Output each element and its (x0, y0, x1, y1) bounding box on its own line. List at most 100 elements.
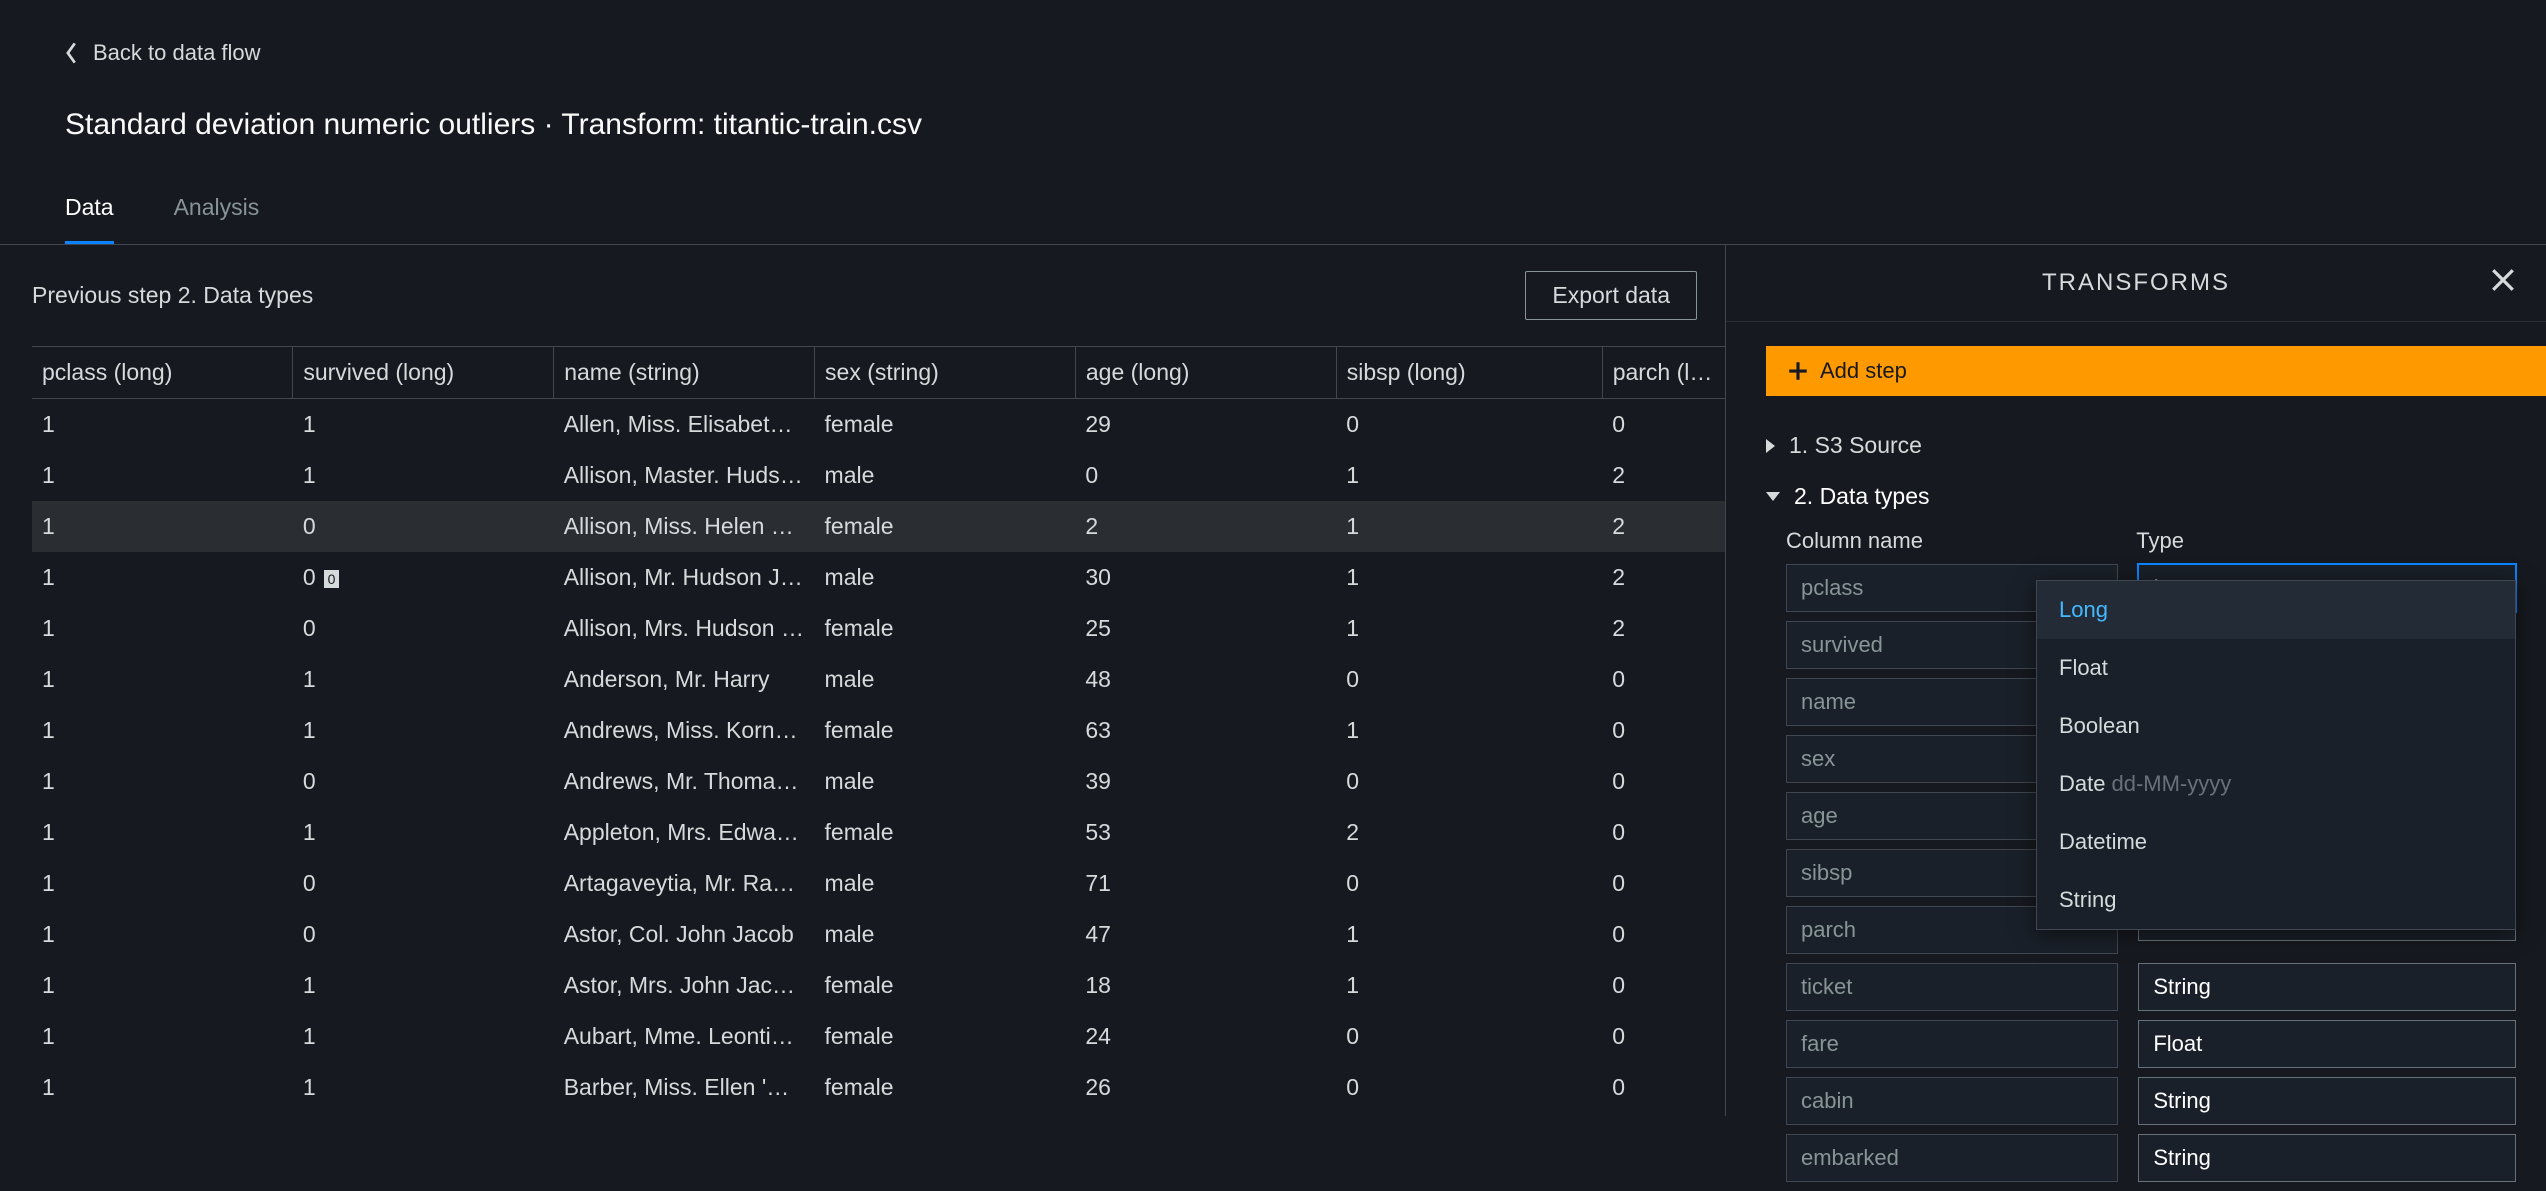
table-cell: 0 (293, 858, 554, 909)
step-row[interactable]: 2. Data types (1766, 471, 2516, 522)
table-cell: female (815, 807, 1076, 858)
data-table-wrap[interactable]: pclass (long)survived (long)name (string… (32, 346, 1725, 1116)
table-cell: 1 (1336, 705, 1602, 756)
tab-data[interactable]: Data (65, 180, 114, 244)
table-cell: 1 (32, 807, 293, 858)
column-name-header: Column name (1786, 528, 2116, 554)
table-row[interactable]: 11Allison, Master. Hudson…male012 (32, 450, 1725, 501)
table-row[interactable]: 11Astor, Mrs. John Jacob (…female1810 (32, 960, 1725, 1011)
table-cell: 2 (1602, 552, 1725, 603)
table-row[interactable]: 11Anderson, Mr. Harrymale4800 (32, 654, 1725, 705)
column-name-field[interactable]: fare (1786, 1020, 2118, 1068)
table-row[interactable]: 10Andrews, Mr. Thomas Jrmale3900 (32, 756, 1725, 807)
dropdown-option[interactable]: Boolean (2037, 697, 2515, 755)
table-cell: 1 (293, 399, 554, 451)
table-cell: Aubart, Mme. Leontine … (554, 1011, 815, 1062)
type-header: Type (2136, 528, 2516, 554)
add-step-label: Add step (1820, 358, 1907, 384)
table-cell: 1 (32, 705, 293, 756)
table-cell: 1 (1336, 450, 1602, 501)
table-cell: 1 (293, 450, 554, 501)
previous-step-label: Previous step 2. Data types (32, 282, 313, 309)
dropdown-option[interactable]: Long (2037, 581, 2515, 639)
table-cell: 1 (293, 654, 554, 705)
table-cell: female (815, 399, 1076, 451)
table-cell: 18 (1075, 960, 1336, 1011)
page-title: Standard deviation numeric outliers · Tr… (65, 108, 2481, 142)
table-cell: Astor, Mrs. John Jacob (… (554, 960, 815, 1011)
table-cell: 0 (293, 756, 554, 807)
dropdown-option-label: Date (2059, 771, 2105, 796)
table-cell: 1 (32, 1062, 293, 1113)
table-cell: female (815, 603, 1076, 654)
table-row[interactable]: 10Astor, Col. John Jacobmale4710 (32, 909, 1725, 960)
step-label: 1. S3 Source (1789, 432, 1922, 459)
table-cell: 29 (1075, 399, 1336, 451)
table-row[interactable]: 11Allen, Miss. Elisabeth W…female2900 (32, 399, 1725, 451)
table-cell: Allison, Mrs. Hudson J C… (554, 603, 815, 654)
table-row[interactable]: 10Allison, Mrs. Hudson J C…female2512 (32, 603, 1725, 654)
dropdown-option[interactable]: Datedd-MM-yyyy (2037, 755, 2515, 813)
transforms-panel-title: TRANSFORMS (2042, 269, 2230, 297)
data-table: pclass (long)survived (long)name (string… (32, 346, 1725, 1116)
chevron-right-icon (1766, 439, 1775, 453)
tab-analysis[interactable]: Analysis (174, 180, 260, 244)
table-cell: 00 (293, 552, 554, 603)
type-select[interactable]: String (2138, 963, 2516, 1011)
column-header[interactable]: survived (long) (293, 347, 554, 399)
table-row[interactable]: 11Andrews, Miss. Kornelia…female6310 (32, 705, 1725, 756)
dropdown-option[interactable]: String (2037, 871, 2515, 929)
back-to-flow-link[interactable]: Back to data flow (65, 40, 261, 66)
dropdown-option[interactable]: Float (2037, 639, 2515, 697)
chevron-left-icon (65, 42, 79, 64)
add-step-button[interactable]: Add step (1766, 346, 2546, 396)
table-cell: 0 (1602, 756, 1725, 807)
table-cell: 2 (1602, 603, 1725, 654)
column-header[interactable]: parch (long) (1602, 347, 1725, 399)
table-cell: Barber, Miss. Ellen 'Nellie' (554, 1062, 815, 1113)
table-row[interactable]: 100Allison, Mr. Hudson Jos…male3012 (32, 552, 1725, 603)
type-dropdown[interactable]: LongFloatBooleanDatedd-MM-yyyy Datetime St… (2036, 580, 2516, 930)
table-cell: 0 (1336, 756, 1602, 807)
table-cell: 47 (1075, 909, 1336, 960)
table-row[interactable]: 11Aubart, Mme. Leontine …female2400 (32, 1011, 1725, 1062)
table-cell: 1 (293, 807, 554, 858)
step-row[interactable]: 1. S3 Source (1766, 420, 2516, 471)
table-cell: 1 (32, 858, 293, 909)
table-cell: 0 (1602, 654, 1725, 705)
table-cell: 0 (1336, 1062, 1602, 1113)
table-cell: Andrews, Mr. Thomas Jr (554, 756, 815, 807)
type-select[interactable]: String (2138, 1077, 2516, 1125)
export-data-button[interactable]: Export data (1525, 271, 1697, 320)
column-name-field[interactable]: ticket (1786, 963, 2118, 1011)
close-icon[interactable] (2490, 267, 2516, 293)
table-row[interactable]: 10Allison, Miss. Helen Lor…female212 (32, 501, 1725, 552)
table-cell: 1 (1336, 960, 1602, 1011)
column-name-field[interactable]: embarked (1786, 1134, 2118, 1182)
table-row[interactable]: 10Artagaveytia, Mr. Ramonmale7100 (32, 858, 1725, 909)
table-cell: Appleton, Mrs. Edward … (554, 807, 815, 858)
table-row[interactable]: 11Appleton, Mrs. Edward …female5320 (32, 807, 1725, 858)
dropdown-option-label: Datetime (2059, 829, 2147, 854)
column-name-field[interactable]: cabin (1786, 1077, 2118, 1125)
table-cell: 0 (1602, 705, 1725, 756)
column-header[interactable]: age (long) (1075, 347, 1336, 399)
table-cell: 1 (1336, 552, 1602, 603)
type-select[interactable]: String (2138, 1134, 2516, 1182)
table-cell: 39 (1075, 756, 1336, 807)
table-cell: 30 (1075, 552, 1336, 603)
table-cell: female (815, 705, 1076, 756)
column-header[interactable]: name (string) (554, 347, 815, 399)
column-header[interactable]: sibsp (long) (1336, 347, 1602, 399)
column-header[interactable]: pclass (long) (32, 347, 293, 399)
table-cell: 1 (32, 1011, 293, 1062)
dropdown-option[interactable]: Datetime (2037, 813, 2515, 871)
column-header[interactable]: sex (string) (815, 347, 1076, 399)
table-cell: Artagaveytia, Mr. Ramon (554, 858, 815, 909)
table-cell: male (815, 654, 1076, 705)
table-cell: 1 (32, 909, 293, 960)
tabs: Data Analysis (0, 180, 2546, 245)
table-cell: 1 (293, 1011, 554, 1062)
table-row[interactable]: 11Barber, Miss. Ellen 'Nellie'female2600 (32, 1062, 1725, 1113)
type-select[interactable]: Float (2138, 1020, 2516, 1068)
